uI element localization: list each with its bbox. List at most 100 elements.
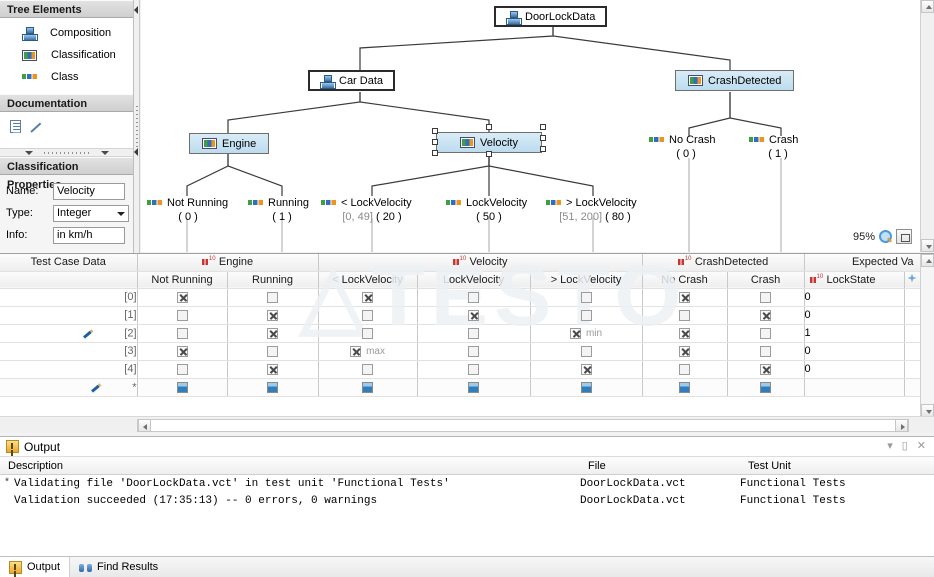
checkbox-cell[interactable] <box>137 288 228 307</box>
checkbox-unchecked[interactable] <box>176 327 188 339</box>
checkbox-unchecked[interactable] <box>760 327 772 339</box>
tree-leaf-gt-lockvelocity[interactable]: > LockVelocity <box>546 196 646 210</box>
tree-leaf-running[interactable]: Running <box>248 196 320 210</box>
tree-element-class[interactable]: Class <box>0 66 133 88</box>
status-tab-find-results[interactable]: Find Results <box>70 557 167 577</box>
checkbox-unchecked[interactable] <box>176 309 188 321</box>
checkbox-unchecked[interactable] <box>176 363 188 375</box>
checkbox-cell[interactable] <box>227 342 319 361</box>
selection-handle[interactable] <box>432 139 438 145</box>
checkbox-cell[interactable] <box>227 360 319 379</box>
grid-hscroll-track[interactable] <box>137 418 909 432</box>
checkbox-cell[interactable] <box>137 306 228 325</box>
checkbox-cell[interactable] <box>530 360 643 379</box>
checkbox-unchecked[interactable] <box>362 363 374 375</box>
column-header-lt-lockvelocity[interactable]: < LockVelocity <box>318 271 418 289</box>
checkbox-unchecked[interactable] <box>580 309 592 321</box>
scroll-up-arrow-icon[interactable] <box>921 254 934 267</box>
name-field[interactable]: Velocity <box>53 182 125 200</box>
vertical-splitter[interactable] <box>134 0 140 255</box>
checkbox-cell[interactable] <box>417 378 531 397</box>
tree-element-classification[interactable]: Classification <box>0 44 133 66</box>
checkbox-unchecked[interactable] <box>267 345 278 357</box>
new-row-cell-icon[interactable] <box>468 381 480 393</box>
checkbox-cell[interactable] <box>530 306 643 325</box>
column-header-lockstate[interactable]: LockState <box>804 271 905 289</box>
dropdown-menu-icon[interactable]: ▾ <box>887 441 893 452</box>
checkbox-cell[interactable] <box>530 288 643 307</box>
lockstate-cell[interactable]: 0 <box>804 288 905 307</box>
pencil-icon[interactable] <box>30 120 44 134</box>
checkbox-cell[interactable] <box>227 288 319 307</box>
output-row[interactable]: Validation succeeded (17:35:13) -- 0 err… <box>0 492 934 509</box>
table-row[interactable]: [4] 0 <box>0 360 921 379</box>
checkbox-checked[interactable] <box>580 363 592 375</box>
checkbox-cell[interactable] <box>642 306 728 325</box>
checkbox-unchecked[interactable] <box>468 327 480 339</box>
checkbox-checked[interactable] <box>679 291 691 303</box>
close-icon[interactable]: ✕ <box>917 441 926 452</box>
selection-handle[interactable] <box>486 151 492 157</box>
tree-leaf-no-crash[interactable]: No Crash <box>649 133 727 147</box>
checkbox-cell[interactable] <box>530 342 643 361</box>
checkbox-cell[interactable] <box>727 378 805 397</box>
table-row[interactable]: [0] 0 <box>0 288 921 307</box>
sidebar-splitter[interactable] <box>0 148 133 157</box>
checkbox-cell[interactable] <box>227 324 319 343</box>
checkbox-checked[interactable] <box>569 327 581 339</box>
checkbox-cell[interactable] <box>642 342 728 361</box>
status-tab-output[interactable]: Output <box>0 556 71 577</box>
checkbox-cell[interactable] <box>642 288 728 307</box>
checkbox-cell[interactable] <box>227 306 319 325</box>
checkbox-unchecked[interactable] <box>468 363 480 375</box>
checkbox-cell[interactable] <box>318 360 418 379</box>
checkbox-cell[interactable] <box>642 360 728 379</box>
collapse-down-arrow-icon[interactable] <box>24 151 33 155</box>
checkbox-unchecked[interactable] <box>760 291 772 303</box>
checkbox-checked[interactable] <box>267 363 278 375</box>
new-row-cell-icon[interactable] <box>760 381 772 393</box>
checkbox-unchecked[interactable] <box>468 291 480 303</box>
checkbox-cell[interactable] <box>642 324 728 343</box>
lockstate-cell[interactable]: 0 <box>804 342 905 361</box>
checkbox-unchecked[interactable] <box>760 345 772 357</box>
new-row-cell-icon[interactable] <box>176 381 188 393</box>
checkbox-cell[interactable] <box>137 378 228 397</box>
row-index-cell[interactable]: [0] <box>0 288 138 307</box>
checkbox-cell[interactable] <box>137 342 228 361</box>
checkbox-cell[interactable] <box>530 378 643 397</box>
new-row-cell-icon[interactable] <box>267 381 278 393</box>
collapse-left-arrow-icon[interactable] <box>134 6 138 14</box>
scroll-right-arrow-icon[interactable] <box>895 418 908 432</box>
tree-leaf-not-running[interactable]: Not Running <box>147 196 229 210</box>
new-row-cell-icon[interactable] <box>362 381 374 393</box>
checkbox-cell[interactable] <box>727 360 805 379</box>
new-row-cell-icon[interactable] <box>580 381 592 393</box>
tree-node-engine[interactable]: Engine <box>189 133 270 154</box>
checkbox-checked[interactable] <box>760 309 772 321</box>
row-index-cell[interactable]: [1] <box>0 306 138 325</box>
selection-handle[interactable] <box>540 146 546 152</box>
checkbox-checked[interactable] <box>760 363 772 375</box>
checkbox-checked[interactable] <box>176 291 188 303</box>
fit-to-window-button[interactable] <box>896 229 912 244</box>
scroll-left-arrow-icon[interactable] <box>138 418 151 432</box>
column-header-crash[interactable]: Crash <box>727 271 805 289</box>
checkbox-cell[interactable] <box>318 378 418 397</box>
pin-icon[interactable]: ▯ <box>902 441 908 452</box>
checkbox-unchecked[interactable] <box>679 309 691 321</box>
info-field[interactable]: in km/h <box>53 226 125 244</box>
row-index-cell[interactable]: * <box>0 378 138 397</box>
checkbox-checked[interactable] <box>362 291 374 303</box>
checkbox-cell[interactable]: max <box>318 342 418 361</box>
checkbox-cell[interactable] <box>417 360 531 379</box>
checkbox-cell[interactable] <box>642 378 728 397</box>
tree-leaf-crash[interactable]: Crash <box>749 133 815 147</box>
checkbox-unchecked[interactable] <box>468 345 480 357</box>
checkbox-checked[interactable] <box>350 345 362 357</box>
lockstate-cell[interactable]: 1 <box>804 324 905 343</box>
row-index-cell[interactable]: [3] <box>0 342 138 361</box>
checkbox-unchecked[interactable] <box>580 291 592 303</box>
checkbox-cell[interactable] <box>727 306 805 325</box>
checkbox-cell[interactable] <box>727 324 805 343</box>
